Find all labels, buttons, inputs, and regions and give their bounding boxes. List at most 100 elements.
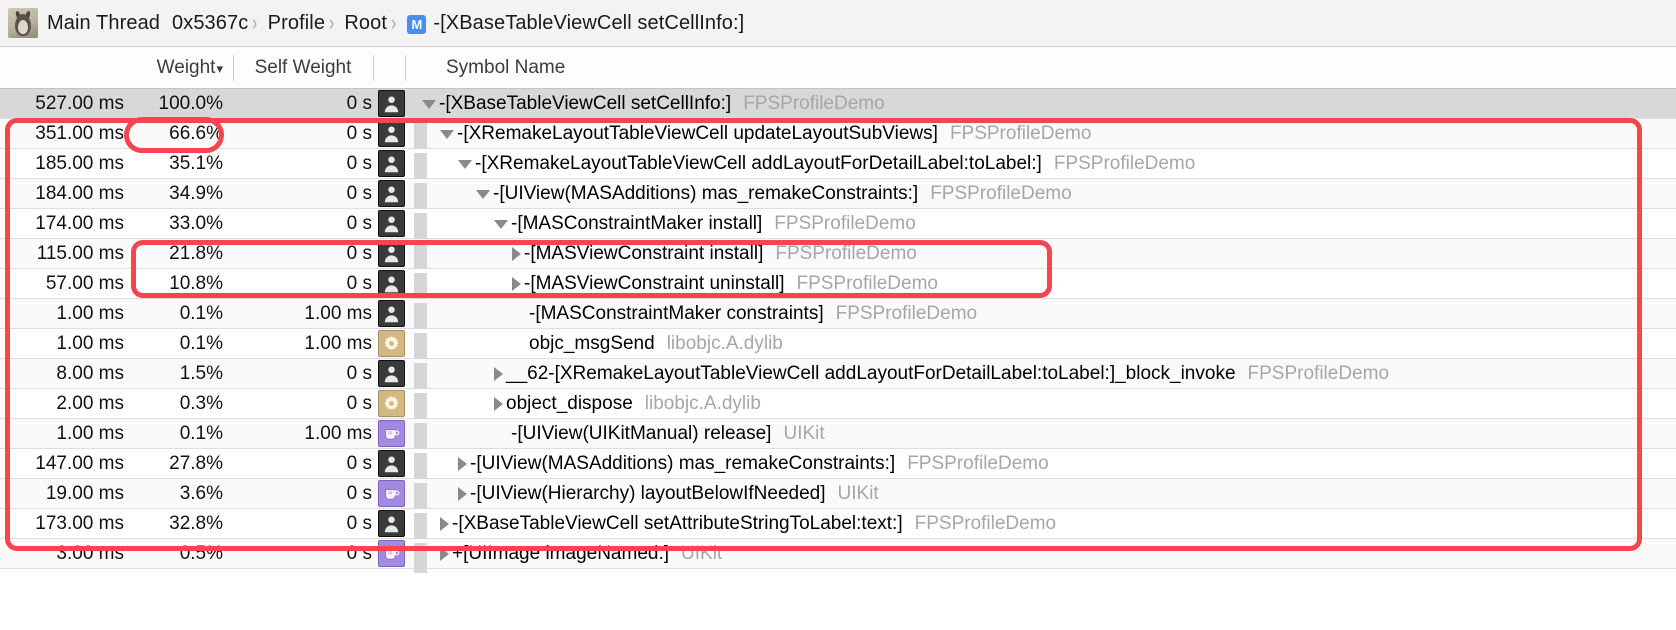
totoro-app-icon xyxy=(8,8,38,38)
column-header-symbol-name-label: Symbol Name xyxy=(446,57,565,79)
symbol-name-text: -[UIView(MASAdditions) mas_remakeConstra… xyxy=(493,183,918,205)
cell-weight-percent: 0.5% xyxy=(128,543,223,565)
cell-weight-percent: 100.0% xyxy=(128,93,223,115)
disclosure-triangle-collapsed-icon[interactable] xyxy=(440,517,449,531)
table-row[interactable]: 115.00 ms21.8%0 s-[MASViewConstraint ins… xyxy=(0,239,1676,269)
cell-weight-percent: 34.9% xyxy=(128,183,223,205)
table-row[interactable]: 1.00 ms0.1%1.00 msobjc_msgSendlibobjc.A.… xyxy=(0,329,1676,359)
table-row[interactable]: 1.00 ms0.1%1.00 ms-[UIView(UIKitManual) … xyxy=(0,419,1676,449)
cell-symbol-name: -[MASViewConstraint install]FPSProfileDe… xyxy=(412,243,1676,265)
table-row[interactable]: 351.00 ms66.6%0 s-[XRemakeLayoutTableVie… xyxy=(0,119,1676,149)
table-row[interactable]: 185.00 ms35.1%0 s-[XRemakeLayoutTableVie… xyxy=(0,149,1676,179)
cell-weight: 1.00 ms xyxy=(0,333,124,355)
symbol-module-text: FPSProfileDemo xyxy=(775,243,917,265)
indent-guide xyxy=(414,393,427,423)
column-header-self-weight[interactable]: Self Weight xyxy=(234,47,372,88)
symbol-name-text: -[MASConstraintMaker install] xyxy=(511,213,762,235)
cell-symbol-name: -[UIView(Hierarchy) layoutBelowIfNeeded]… xyxy=(412,483,1676,505)
cell-self-weight: 0 s xyxy=(232,93,372,115)
table-row[interactable]: 174.00 ms33.0%0 s-[MASConstraintMaker in… xyxy=(0,209,1676,239)
method-badge-icon: M xyxy=(407,15,426,34)
column-header-symbol-name[interactable]: Symbol Name xyxy=(406,47,1006,88)
disclosure-triangle-expanded-icon[interactable] xyxy=(458,160,472,169)
indent-guide xyxy=(414,123,427,153)
breadcrumb-item-root[interactable]: Root xyxy=(344,12,387,35)
column-header-weight[interactable]: Weight▾ xyxy=(0,47,233,88)
breadcrumb-item-symbol[interactable]: -[XBaseTableViewCell setCellInfo:] xyxy=(433,12,744,35)
breadcrumb: Main Thread 0x5367c › Profile › Root › M… xyxy=(0,0,1676,47)
table-row[interactable]: 8.00 ms1.5%0 s__62-[XRemakeLayoutTableVi… xyxy=(0,359,1676,389)
cell-self-weight: 0 s xyxy=(232,183,372,205)
disclosure-triangle-collapsed-icon[interactable] xyxy=(494,397,503,411)
symbol-module-text: FPSProfileDemo xyxy=(950,123,1092,145)
cell-self-weight: 0 s xyxy=(232,483,372,505)
cell-weight: 57.00 ms xyxy=(0,273,124,295)
breadcrumb-item-profile[interactable]: Profile xyxy=(268,12,325,35)
table-row[interactable]: 19.00 ms3.6%0 s-[UIView(Hierarchy) layou… xyxy=(0,479,1676,509)
table-row[interactable]: 147.00 ms27.8%0 s-[UIView(MASAdditions) … xyxy=(0,449,1676,479)
cell-symbol-name: -[XBaseTableViewCell setAttributeStringT… xyxy=(412,513,1676,535)
symbol-module-text: libobjc.A.dylib xyxy=(667,333,783,355)
disclosure-triangle-collapsed-icon[interactable] xyxy=(512,277,521,291)
cell-symbol-name: __62-[XRemakeLayoutTableViewCell addLayo… xyxy=(412,363,1676,385)
cell-weight: 173.00 ms xyxy=(0,513,124,535)
cell-self-weight: 0 s xyxy=(232,153,372,175)
cell-weight: 115.00 ms xyxy=(0,243,124,265)
cell-weight: 19.00 ms xyxy=(0,483,124,505)
symbol-module-text: UIKit xyxy=(838,483,879,505)
symbol-name-text: -[MASViewConstraint uninstall] xyxy=(524,273,784,295)
symbol-module-text: FPSProfileDemo xyxy=(796,273,938,295)
indent-guide xyxy=(414,423,427,453)
table-row[interactable]: 1.00 ms0.1%1.00 ms-[MASConstraintMaker c… xyxy=(0,299,1676,329)
cell-self-weight: 0 s xyxy=(232,363,372,385)
breadcrumb-separator-icon: › xyxy=(391,10,396,36)
cell-weight-percent: 10.8% xyxy=(128,273,223,295)
cell-self-weight: 0 s xyxy=(232,123,372,145)
call-tree-table[interactable]: 527.00 ms100.0%0 s-[XBaseTableViewCell s… xyxy=(0,89,1676,569)
table-row[interactable]: 173.00 ms32.8%0 s-[XBaseTableViewCell se… xyxy=(0,509,1676,539)
indent-guide xyxy=(414,483,427,513)
cell-weight: 184.00 ms xyxy=(0,183,124,205)
symbol-name-text: -[UIView(MASAdditions) mas_remakeConstra… xyxy=(470,453,895,475)
table-row[interactable]: 3.00 ms0.5%0 s+[UIImage imageNamed:]UIKi… xyxy=(0,539,1676,569)
disclosure-triangle-expanded-icon[interactable] xyxy=(476,190,490,199)
cell-self-weight: 1.00 ms xyxy=(232,423,372,445)
cell-symbol-name: -[XRemakeLayoutTableViewCell addLayoutFo… xyxy=(412,153,1676,175)
disclosure-triangle-expanded-icon[interactable] xyxy=(422,100,436,109)
coffee-cup-icon xyxy=(378,540,405,567)
cell-weight: 185.00 ms xyxy=(0,153,124,175)
symbol-name-text: -[XRemakeLayoutTableViewCell addLayoutFo… xyxy=(475,153,1042,175)
cell-self-weight: 1.00 ms xyxy=(232,333,372,355)
disclosure-triangle-collapsed-icon[interactable] xyxy=(512,247,521,261)
disclosure-triangle-collapsed-icon[interactable] xyxy=(494,367,503,381)
disclosure-triangle-expanded-icon[interactable] xyxy=(440,130,454,139)
user-icon xyxy=(378,90,405,117)
table-row[interactable]: 184.00 ms34.9% 0 s -[UIView(MASAdditions) … xyxy=(0,179,1676,209)
table-row[interactable]: 2.00 ms0.3%0 sobject_disposelibobjc.A.dy… xyxy=(0,389,1676,419)
symbol-module-text: FPSProfileDemo xyxy=(1054,153,1196,175)
cell-weight-percent: 66.6% xyxy=(128,123,223,145)
breadcrumb-item-thread-id[interactable]: 0x5367c xyxy=(172,12,248,35)
column-divider[interactable] xyxy=(373,55,374,81)
cell-self-weight: 0 s xyxy=(232,243,372,265)
user-icon xyxy=(378,270,405,297)
cell-symbol-name: -[MASConstraintMaker constraints]FPSProf… xyxy=(412,303,1676,325)
table-row[interactable]: 527.00 ms100.0%0 s-[XBaseTableViewCell s… xyxy=(0,89,1676,119)
user-icon xyxy=(378,120,405,147)
cell-symbol-name: object_disposelibobjc.A.dylib xyxy=(412,393,1676,415)
disclosure-triangle-collapsed-icon[interactable] xyxy=(458,487,467,501)
table-row[interactable]: 57.00 ms10.8%0 s-[MASViewConstraint unin… xyxy=(0,269,1676,299)
breadcrumb-item-main-thread[interactable]: Main Thread xyxy=(47,12,160,35)
cell-weight: 1.00 ms xyxy=(0,303,124,325)
indent-guide xyxy=(414,183,427,213)
indent-guide xyxy=(414,363,427,393)
coffee-cup-icon xyxy=(378,420,405,447)
cell-weight-percent: 0.3% xyxy=(128,393,223,415)
cell-weight: 1.00 ms xyxy=(0,423,124,445)
user-icon xyxy=(378,300,405,327)
disclosure-triangle-collapsed-icon[interactable] xyxy=(458,457,467,471)
cell-weight: 2.00 ms xyxy=(0,393,124,415)
user-icon xyxy=(378,240,405,267)
disclosure-triangle-expanded-icon[interactable] xyxy=(494,220,508,229)
disclosure-triangle-collapsed-icon[interactable] xyxy=(440,547,449,561)
